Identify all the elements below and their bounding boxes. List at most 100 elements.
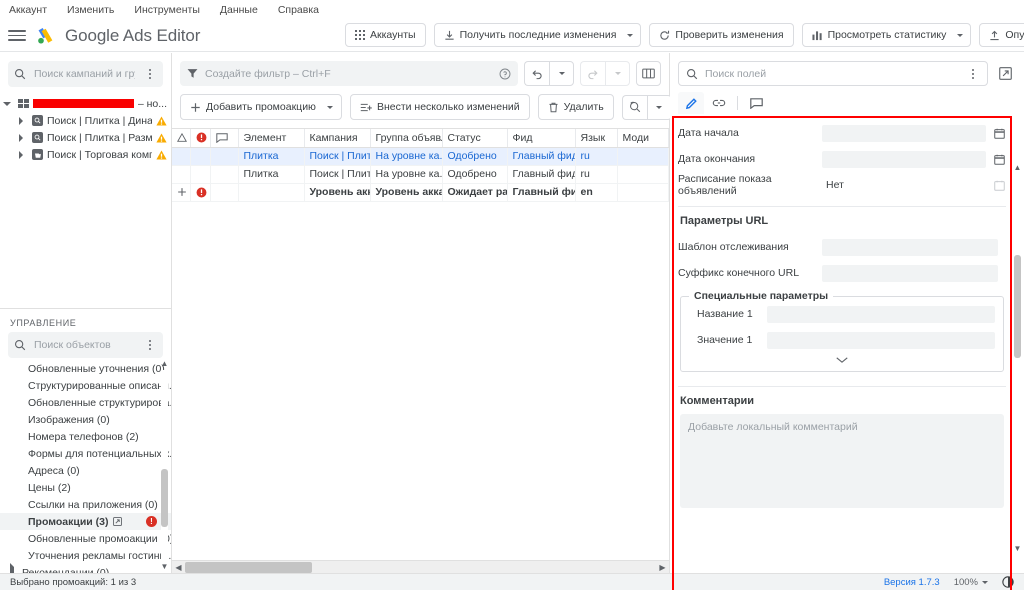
- campaign-search-box[interactable]: [8, 61, 163, 87]
- chevron-down-icon[interactable]: [689, 353, 995, 365]
- menu-item-edit[interactable]: Изменить: [66, 4, 115, 16]
- scroll-thumb[interactable]: [161, 469, 168, 527]
- tree-item-campaign-2[interactable]: Поиск | Плитка | Размер...: [0, 129, 171, 146]
- list-item[interactable]: Обновленные промоакции (0): [0, 530, 171, 547]
- popout-panel-button[interactable]: [994, 67, 1016, 80]
- scroll-track[interactable]: [185, 561, 656, 573]
- menu-item-data[interactable]: Данные: [219, 4, 259, 16]
- object-list-scrollbar[interactable]: ▲ ▼: [160, 360, 169, 571]
- calendar-icon[interactable]: [992, 154, 1006, 165]
- tab-edit[interactable]: [678, 92, 704, 114]
- menu-item-account[interactable]: Аккаунт: [8, 4, 48, 16]
- col-comment[interactable]: [210, 129, 239, 148]
- scroll-up-icon[interactable]: ▲: [1014, 163, 1022, 172]
- chevron-down-icon[interactable]: [982, 580, 988, 584]
- kebab-menu-icon[interactable]: [143, 67, 157, 81]
- zoom-level[interactable]: 100%: [954, 577, 978, 588]
- col-modified[interactable]: Моди: [617, 129, 669, 148]
- col-campaign[interactable]: Кампания: [304, 129, 371, 148]
- scroll-thumb[interactable]: [1014, 254, 1021, 358]
- col-element[interactable]: Элемент: [238, 129, 305, 148]
- field-param-name-1-input[interactable]: [767, 305, 995, 323]
- expand-toggle[interactable]: [14, 133, 28, 142]
- col-language[interactable]: Язык: [575, 129, 618, 148]
- table-row-new[interactable]: Уровень акка... Уровень акка... Ожидает …: [172, 183, 669, 202]
- expand-toggle[interactable]: [14, 116, 28, 125]
- delete-button[interactable]: Удалить: [537, 94, 614, 120]
- calendar-icon[interactable]: [992, 128, 1006, 139]
- scroll-track[interactable]: [161, 370, 168, 561]
- open-in-new-icon[interactable]: [112, 517, 122, 526]
- filter-box[interactable]: Создайте фильтр – Ctrl+F: [180, 61, 518, 86]
- object-search-input[interactable]: [32, 338, 137, 352]
- list-item[interactable]: Формы для потенциальных к...: [0, 445, 171, 462]
- scroll-down-icon[interactable]: ▼: [161, 563, 169, 571]
- table-horizontal-scrollbar[interactable]: ◀ ▶: [172, 560, 669, 573]
- tab-comments[interactable]: [743, 92, 769, 114]
- right-panel-scrollbar[interactable]: ▲ ▼: [1013, 163, 1022, 553]
- list-item[interactable]: Обновленные структурирова...: [0, 394, 171, 411]
- calendar-light-icon[interactable]: [992, 180, 1006, 191]
- scroll-right-icon[interactable]: ▶: [656, 563, 669, 572]
- list-item[interactable]: Структурированные описани...: [0, 377, 171, 394]
- scroll-up-icon[interactable]: ▲: [161, 360, 169, 368]
- expand-toggle[interactable]: [14, 150, 28, 159]
- list-item-promotions[interactable]: Промоакции (3) !: [0, 513, 171, 530]
- object-search-box[interactable]: [8, 332, 163, 358]
- columns-button[interactable]: [636, 61, 661, 86]
- list-item[interactable]: Цены (2): [0, 479, 171, 496]
- redo-dropdown[interactable]: [605, 61, 630, 86]
- tree-item-account[interactable]: – но...: [0, 95, 171, 112]
- comment-textarea[interactable]: Добавьте локальный комментарий: [680, 414, 1004, 508]
- check-changes-button[interactable]: Проверить изменения: [649, 23, 794, 47]
- field-final-url-suffix-input[interactable]: [822, 264, 998, 282]
- list-item[interactable]: Уточнения рекламы гостини...: [0, 547, 171, 564]
- menu-item-tools[interactable]: Инструменты: [133, 4, 200, 16]
- field-tracking-template-input[interactable]: [822, 238, 998, 256]
- chevron-down-icon[interactable]: [957, 33, 964, 37]
- expand-toggle[interactable]: [0, 101, 14, 106]
- field-end-date-input[interactable]: [822, 150, 986, 168]
- list-item[interactable]: Обновленные уточнения (0): [0, 360, 171, 377]
- list-item[interactable]: Ссылки на приложения (0): [0, 496, 171, 513]
- list-item-recommendations[interactable]: Рекомендации (0): [0, 562, 171, 573]
- field-search-box[interactable]: Поиск полей: [678, 61, 988, 86]
- get-recent-changes-button[interactable]: Получить последние изменения: [433, 23, 642, 47]
- campaign-search-input[interactable]: [32, 67, 137, 81]
- tab-links[interactable]: [706, 92, 732, 114]
- add-promotion-button[interactable]: Добавить промоакцию: [180, 94, 342, 120]
- find-replace-button[interactable]: [621, 94, 647, 120]
- field-param-value-1-input[interactable]: [767, 331, 995, 349]
- list-item[interactable]: Изображения (0): [0, 411, 171, 428]
- menu-item-help[interactable]: Справка: [277, 4, 320, 16]
- scroll-down-icon[interactable]: ▼: [1014, 544, 1022, 553]
- col-status[interactable]: Статус: [442, 129, 508, 148]
- scroll-left-icon[interactable]: ◀: [172, 563, 185, 572]
- tree-item-campaign-3[interactable]: Поиск | Торговая компа...: [0, 146, 171, 163]
- table-row[interactable]: Плитка Поиск | Плитк... На уровне ка... …: [172, 147, 669, 166]
- version-link[interactable]: Версия 1.7.3: [884, 577, 940, 588]
- chevron-down-icon[interactable]: [326, 105, 333, 109]
- accounts-button[interactable]: Аккаунты: [345, 23, 426, 47]
- field-ad-schedule-value[interactable]: Нет: [822, 177, 986, 194]
- col-feed[interactable]: Фид: [507, 129, 576, 148]
- view-statistics-button[interactable]: Просмотреть статистику: [801, 23, 972, 47]
- redo-button[interactable]: [580, 61, 605, 86]
- cell-add-marker[interactable]: [172, 183, 191, 202]
- contrast-theme-icon[interactable]: [1002, 576, 1014, 588]
- bulk-edit-button[interactable]: Внести несколько изменений: [349, 94, 530, 120]
- list-item[interactable]: Адреса (0): [0, 462, 171, 479]
- col-error[interactable]: [190, 129, 211, 148]
- col-warning[interactable]: [172, 129, 191, 148]
- help-circle-icon[interactable]: [499, 68, 511, 80]
- publish-button[interactable]: Опубликовать: [979, 23, 1024, 47]
- kebab-menu-icon[interactable]: [966, 67, 980, 81]
- scroll-track[interactable]: [1014, 174, 1021, 542]
- scroll-thumb[interactable]: [185, 561, 313, 573]
- undo-button[interactable]: [524, 61, 549, 86]
- table-row[interactable]: Плитка Поиск | Плитк... На уровне ка... …: [172, 165, 669, 184]
- tree-item-campaign-1[interactable]: Поиск | Плитка | Динам...: [0, 112, 171, 129]
- col-adgroup[interactable]: Группа объявл...: [370, 129, 443, 148]
- find-dropdown[interactable]: [646, 94, 672, 120]
- kebab-menu-icon[interactable]: [143, 338, 157, 352]
